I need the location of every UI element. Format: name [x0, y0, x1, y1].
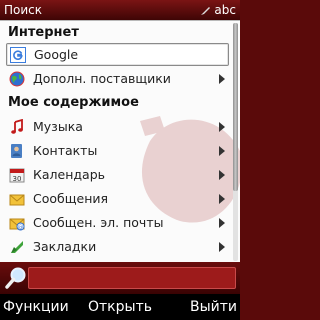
list-item-label: Сообщен. эл. почты: [33, 215, 164, 230]
svg-text:@: @: [18, 224, 24, 230]
input-mode-label: abc: [214, 3, 236, 17]
list-item-label: Календарь: [33, 167, 105, 182]
softkey-bar: Функции Открыть Выйти: [0, 294, 240, 320]
submenu-arrow-icon: [219, 169, 225, 180]
list-item-label: Дополн. поставщики: [33, 71, 171, 86]
page-title: Поиск: [4, 3, 43, 17]
globe-icon: [9, 71, 25, 87]
submenu-arrow-icon: [219, 145, 225, 156]
submenu-arrow-icon: [219, 241, 225, 252]
list-item-more-providers[interactable]: Дополн. поставщики: [6, 67, 229, 90]
submenu-arrow-icon: [219, 73, 225, 84]
list-item-label: Закладки: [33, 239, 97, 254]
search-list: Интернет Google Дополн. поставщики Мое с…: [0, 20, 240, 262]
contacts-icon: [9, 143, 25, 159]
calendar-icon: 30: [9, 167, 25, 183]
section-internet: Интернет: [8, 25, 79, 40]
magnifier-icon: [5, 267, 26, 289]
scrollbar-thumb[interactable]: [233, 23, 238, 191]
svg-text:30: 30: [13, 175, 22, 183]
list-item-label: Контакты: [33, 143, 98, 158]
scrollbar[interactable]: [233, 23, 238, 261]
list-item-messages[interactable]: Сообщения: [6, 187, 229, 210]
list-item-email[interactable]: @ Сообщен. эл. почты: [6, 211, 229, 234]
submenu-arrow-icon: [219, 193, 225, 204]
list-item-contacts[interactable]: Контакты: [6, 139, 229, 162]
list-item-music[interactable]: Музыка: [6, 115, 229, 138]
input-mode-indicator: abc: [200, 0, 236, 20]
envelope-icon: [9, 191, 25, 207]
list-item-label: Музыка: [33, 119, 83, 134]
email-icon: @: [9, 215, 25, 231]
list-item-google[interactable]: Google: [6, 43, 229, 66]
music-note-icon: [9, 118, 25, 135]
exit-softkey[interactable]: Выйти: [190, 294, 237, 320]
list-item-label: Сообщения: [33, 191, 109, 206]
search-input[interactable]: [28, 267, 236, 289]
bookmark-icon: [9, 239, 25, 255]
list-item-calendar[interactable]: 30 Календарь: [6, 163, 229, 186]
submenu-arrow-icon: [219, 121, 225, 132]
submenu-arrow-icon: [219, 217, 225, 228]
search-bar: [0, 262, 240, 294]
list-item-label: Google: [34, 47, 79, 62]
list-item-bookmarks[interactable]: Закладки: [6, 235, 229, 258]
pen-icon: [201, 6, 211, 15]
google-icon: [10, 46, 26, 63]
section-my-content: Мое содержимое: [8, 95, 139, 110]
title-bar: Поиск abc: [0, 0, 240, 20]
